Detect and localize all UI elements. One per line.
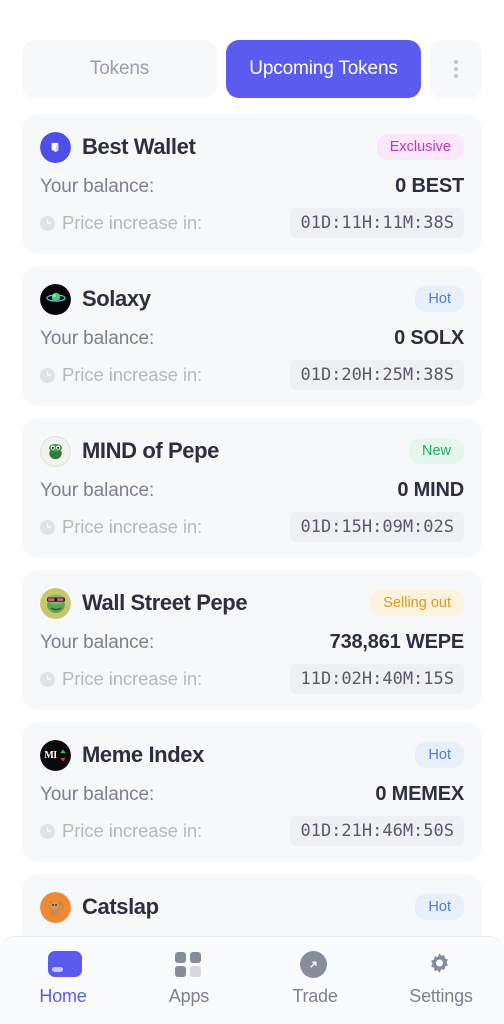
countdown-row: Price increase in: 11D:02H:40M:15S xyxy=(40,664,464,694)
token-card[interactable]: Wall Street Pepe Selling out Your balance:… xyxy=(22,570,482,710)
gear-icon xyxy=(426,951,456,977)
countdown-row: Price increase in: 01D:15H:09M:02S xyxy=(40,512,464,542)
dot xyxy=(454,74,458,78)
upcoming-token-list: Best Wallet Exclusive Your balance: 0 BEST P… xyxy=(0,98,504,966)
token-card[interactable]: MI Meme Index Hot Your balance: 0 MEMEX Price… xyxy=(22,722,482,862)
more-vertical-icon[interactable] xyxy=(430,40,482,98)
countdown-label: Price increase in: xyxy=(62,364,203,385)
grid-icon xyxy=(175,951,203,977)
tab-tokens-label: Tokens xyxy=(89,58,150,79)
token-card-header: MI Meme Index Hot xyxy=(40,736,464,774)
token-name: MIND of Pepe xyxy=(82,438,219,463)
balance-row: Your balance: 0 SOLX xyxy=(40,327,464,350)
trade-icon xyxy=(300,951,330,978)
balance-row: Your balance: 738,861 WEPE xyxy=(40,631,464,654)
nav-item-trade[interactable]: Trade xyxy=(252,951,378,1007)
tab-tokens[interactable]: Tokens xyxy=(22,40,217,98)
balance-value: 0 MIND xyxy=(397,479,464,501)
countdown-label: Price increase in: xyxy=(62,212,203,233)
best-wallet-logo xyxy=(40,131,71,163)
balance-row: Your balance: 0 MEMEX xyxy=(40,783,464,806)
countdown-row: Price increase in: 01D:21H:46M:50S xyxy=(40,816,464,846)
clock-icon xyxy=(40,367,55,383)
nav-item-home[interactable]: Home xyxy=(0,951,126,1007)
status-badge: Hot xyxy=(415,285,464,313)
clock-icon xyxy=(40,215,55,231)
wall-street-pepe-logo xyxy=(40,587,71,619)
balance-label: Your balance: xyxy=(40,784,155,805)
token-card-header: Solaxy Hot xyxy=(40,280,464,318)
token-card-header: Wall Street Pepe Selling out xyxy=(40,584,464,622)
status-badge: Hot xyxy=(415,741,464,769)
catslap-logo xyxy=(40,891,71,923)
meme-index-logo: MI xyxy=(40,739,71,771)
token-name: Catslap xyxy=(82,894,159,919)
solaxy-logo xyxy=(40,283,71,315)
token-card[interactable]: Solaxy Hot Your balance: 0 SOLX Price increa… xyxy=(22,266,482,406)
countdown-label: Price increase in: xyxy=(62,668,203,689)
balance-value: 0 SOLX xyxy=(394,327,464,349)
token-name: Meme Index xyxy=(82,742,204,767)
balance-label: Your balance: xyxy=(40,176,155,197)
balance-value: 0 MEMEX xyxy=(375,783,464,805)
token-card[interactable]: MIND of Pepe New Your balance: 0 MIND Price … xyxy=(22,418,482,558)
balance-row: Your balance: 0 BEST xyxy=(40,175,464,198)
nav-item-trade-label: Trade xyxy=(292,986,338,1006)
countdown-value: 11D:02H:40M:15S xyxy=(290,664,464,694)
token-name: Best Wallet xyxy=(82,134,196,159)
token-card-header: MIND of Pepe New xyxy=(40,432,464,470)
status-badge: Selling out xyxy=(370,589,464,617)
status-badge: Exclusive xyxy=(376,133,464,161)
clock-icon xyxy=(40,519,55,535)
balance-label: Your balance: xyxy=(40,632,155,653)
countdown-value: 01D:11H:11M:38S xyxy=(290,208,464,238)
nav-item-settings[interactable]: Settings xyxy=(378,951,504,1007)
token-card-header: Best Wallet Exclusive xyxy=(40,128,464,166)
bottom-navigation: Home Apps Trade Settings xyxy=(0,936,504,1024)
countdown-label: Price increase in: xyxy=(62,820,203,841)
top-tab-bar: Tokens Upcoming Tokens xyxy=(0,0,504,98)
dot xyxy=(454,60,458,64)
balance-row: Your balance: 0 MIND xyxy=(40,479,464,502)
status-badge: New xyxy=(408,437,464,465)
countdown-value: 01D:15H:09M:02S xyxy=(290,512,464,542)
status-badge: Hot xyxy=(415,893,464,921)
token-card-header: Catslap Hot xyxy=(40,888,464,926)
wallet-icon xyxy=(48,951,82,977)
nav-item-apps[interactable]: Apps xyxy=(126,951,252,1007)
clock-icon xyxy=(40,671,55,687)
clock-icon xyxy=(40,823,55,839)
nav-item-apps-label: Apps xyxy=(168,986,210,1006)
balance-value: 738,861 WEPE xyxy=(329,631,465,653)
tab-upcoming-tokens[interactable]: Upcoming Tokens xyxy=(226,40,421,98)
balance-value: 0 BEST xyxy=(395,175,464,197)
nav-item-settings-label: Settings xyxy=(409,986,473,1006)
token-card[interactable]: Best Wallet Exclusive Your balance: 0 BEST P… xyxy=(22,114,482,254)
countdown-label: Price increase in: xyxy=(62,516,203,537)
token-name: Wall Street Pepe xyxy=(82,590,248,615)
token-name: Solaxy xyxy=(82,286,151,311)
balance-label: Your balance: xyxy=(40,480,155,501)
countdown-value: 01D:21H:46M:50S xyxy=(290,816,464,846)
tab-upcoming-tokens-label: Upcoming Tokens xyxy=(249,58,398,79)
nav-item-home-label: Home xyxy=(39,986,87,1006)
balance-label: Your balance: xyxy=(40,328,155,349)
dot xyxy=(454,67,458,71)
countdown-row: Price increase in: 01D:20H:25M:38S xyxy=(40,360,464,390)
mind-of-pepe-logo xyxy=(40,435,71,467)
countdown-value: 01D:20H:25M:38S xyxy=(290,360,464,390)
countdown-row: Price increase in: 01D:11H:11M:38S xyxy=(40,208,464,238)
